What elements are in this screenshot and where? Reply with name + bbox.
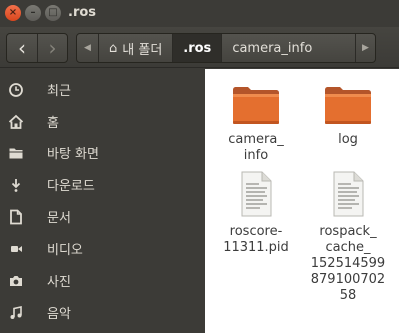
sidebar-item-label: 다운로드 — [47, 179, 95, 194]
file-name: camera_ info — [228, 132, 284, 163]
breadcrumb-ros[interactable]: .ros — [173, 34, 223, 62]
minimize-icon: – — [30, 7, 36, 18]
path-scroll-right-button[interactable]: ▶ — [355, 34, 375, 62]
breadcrumb-home-label: 내 폴더 — [122, 42, 163, 58]
sidebar-item-label: 음악 — [47, 307, 71, 322]
text-file-icon — [333, 171, 364, 217]
sidebar-item-label: 최근 — [47, 84, 71, 99]
breadcrumb: ◀ ⌂ 내 폴더 .ros camera_info ▶ — [76, 33, 376, 63]
home-icon — [7, 113, 25, 131]
triangle-left-icon: ◀ — [84, 43, 91, 53]
music-icon — [7, 304, 25, 322]
text-file-icon — [241, 171, 272, 217]
sidebar-item-label: 홈 — [47, 116, 59, 131]
breadcrumb-ros-label: .ros — [183, 40, 212, 56]
file-name: roscore- 11311.pid — [223, 224, 289, 255]
path-scroll-left-button[interactable]: ◀ — [77, 34, 99, 62]
sidebar-item-recent[interactable]: 최근 — [0, 74, 205, 105]
sidebar-item-music[interactable]: 음악 — [0, 297, 205, 328]
file-item-roscore-pid[interactable]: roscore- 11311.pid — [211, 170, 301, 256]
navigation-buttons: ‹ › — [6, 33, 68, 63]
back-button[interactable]: ‹ — [7, 34, 37, 62]
window-title: .ros — [68, 5, 97, 20]
sidebar-item-documents[interactable]: 문서 — [0, 201, 205, 232]
download-icon — [7, 176, 25, 194]
video-icon — [7, 240, 25, 258]
file-name: log — [338, 132, 358, 147]
sidebar-item-downloads[interactable]: 다운로드 — [0, 169, 205, 200]
minimize-window-button[interactable]: – — [25, 5, 41, 21]
sidebar: 최근 홈 바탕 화면 다운로드 문서 비디오 사진 음악 — [0, 69, 205, 333]
close-window-button[interactable]: × — [5, 5, 21, 21]
maximize-window-button[interactable]: □ — [45, 5, 61, 21]
toolbar: ‹ › ◀ ⌂ 내 폴더 .ros camera_info ▶ — [0, 27, 399, 68]
close-icon: × — [8, 7, 18, 18]
breadcrumb-home[interactable]: ⌂ 내 폴더 — [99, 34, 174, 62]
forward-button[interactable]: › — [37, 34, 67, 62]
home-icon: ⌂ — [109, 40, 118, 56]
file-name: rospack_ cache_ 152514599 879100702 58 — [310, 224, 386, 303]
sidebar-item-label: 비디오 — [47, 243, 83, 258]
sidebar-item-label: 바탕 화면 — [47, 147, 99, 162]
sidebar-item-label: 사진 — [47, 275, 71, 290]
chevron-right-icon: › — [48, 36, 57, 60]
file-item-log[interactable]: log — [303, 84, 393, 148]
file-item-rospack-cache[interactable]: rospack_ cache_ 152514599 879100702 58 — [303, 170, 393, 304]
folder-icon — [7, 144, 25, 162]
folder-icon — [325, 87, 371, 124]
maximize-icon: □ — [48, 7, 58, 18]
sidebar-item-videos[interactable]: 비디오 — [0, 233, 205, 264]
breadcrumb-camera-info-label: camera_info — [232, 40, 313, 56]
title-bar: × – □ .ros — [0, 0, 399, 27]
triangle-right-icon: ▶ — [362, 43, 369, 53]
sidebar-item-pictures[interactable]: 사진 — [0, 265, 205, 296]
folder-icon — [233, 87, 279, 124]
clock-icon — [7, 81, 25, 99]
sidebar-item-home[interactable]: 홈 — [0, 106, 205, 137]
chevron-left-icon: ‹ — [18, 36, 26, 60]
sidebar-item-label: 문서 — [47, 211, 71, 226]
sidebar-item-desktop[interactable]: 바탕 화면 — [0, 137, 205, 168]
file-view: camera_ info log roscore- 11311.pid rosp… — [205, 69, 399, 333]
document-icon — [7, 208, 25, 226]
breadcrumb-camera-info[interactable]: camera_info — [222, 34, 322, 62]
camera-icon — [7, 272, 25, 290]
file-item-camera-info[interactable]: camera_ info — [211, 84, 301, 164]
